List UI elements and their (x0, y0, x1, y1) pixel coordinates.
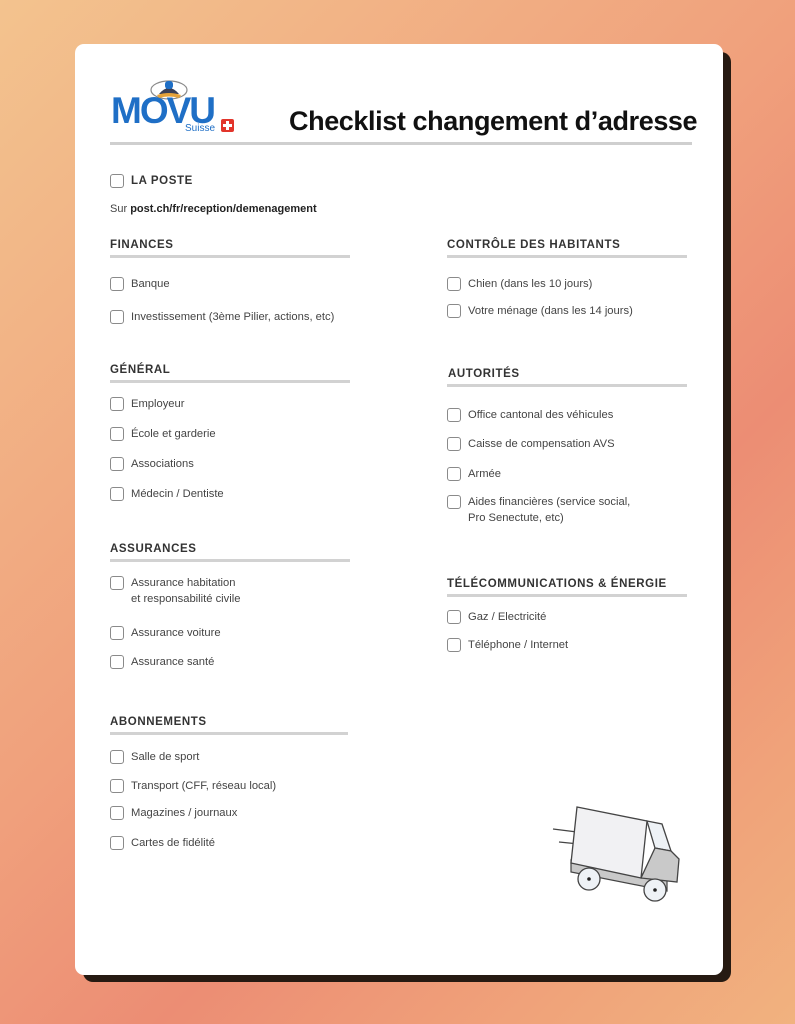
item-label: École et garderie (131, 428, 216, 440)
checkbox[interactable] (447, 437, 461, 451)
checkbox[interactable] (110, 457, 124, 471)
checklist-item[interactable]: Associations (110, 457, 194, 472)
checklist-item[interactable]: Chien (dans les 10 jours) (447, 277, 593, 292)
checkbox[interactable] (110, 750, 124, 764)
checkbox[interactable] (110, 836, 124, 850)
movu-logo: MOVU Suisse (111, 78, 241, 138)
checkbox[interactable] (447, 277, 461, 291)
item-label: Caisse de compensation AVS (468, 438, 615, 450)
item-label: Office cantonal des véhicules (468, 409, 614, 421)
checklist-item[interactable]: Caisse de compensation AVS (447, 437, 615, 452)
checklist-item[interactable]: Gaz / Electricité (447, 610, 547, 625)
note-prefix: Sur (110, 203, 128, 215)
section-title-controle: CONTRÔLE DES HABITANTS (447, 239, 621, 251)
checkbox[interactable] (110, 576, 124, 590)
item-label: Médecin / Dentiste (131, 488, 224, 500)
item-label: Transport (CFF, réseau local) (131, 780, 277, 792)
item-label: Salle de sport (131, 751, 200, 763)
item-label: Investissement (3ème Pilier, actions, et… (131, 311, 335, 323)
item-label: Assurance santé (131, 656, 215, 668)
checklist-item[interactable]: Salle de sport (110, 750, 200, 765)
section-divider (447, 384, 687, 387)
item-label: Banque (131, 278, 170, 290)
checklist-item[interactable]: Aides financières (service social, Pro S… (447, 495, 631, 526)
section-title-telecom: TÉLÉCOMMUNICATIONS & ÉNERGIE (447, 578, 667, 590)
checklist-page: MOVU Suisse Checklist changement d’adres… (75, 44, 723, 975)
checklist-item-la-poste[interactable]: LA POSTE (110, 174, 193, 188)
item-label: Téléphone / Internet (468, 639, 569, 651)
checkbox[interactable] (447, 495, 461, 509)
checkbox[interactable] (110, 397, 124, 411)
item-label: Chien (dans les 10 jours) (468, 278, 593, 290)
checkbox[interactable] (110, 277, 124, 291)
section-title-general: GÉNÉRAL (110, 364, 171, 376)
checklist-item[interactable]: Votre ménage (dans les 14 jours) (447, 304, 633, 319)
item-label: Cartes de fidélité (131, 837, 215, 849)
logo-subtitle: Suisse (185, 123, 216, 134)
item-label: Assurance voiture (131, 627, 221, 639)
checkbox[interactable] (447, 610, 461, 624)
checkbox[interactable] (110, 427, 124, 441)
section-divider (110, 380, 350, 383)
checklist-item[interactable]: Armée (447, 467, 501, 482)
checkbox[interactable] (447, 467, 461, 481)
section-title-finances: FINANCES (110, 239, 174, 251)
checklist-item[interactable]: Banque (110, 277, 170, 292)
checkbox[interactable] (447, 304, 461, 318)
la-poste-note: Sur post.ch/fr/reception/demenagement (110, 203, 317, 215)
moving-truck-icon (552, 806, 680, 902)
section-title-abonnements: ABONNEMENTS (110, 716, 207, 728)
section-title-assurances: ASSURANCES (110, 543, 197, 555)
section-divider (110, 559, 350, 562)
checkbox[interactable] (447, 638, 461, 652)
checklist-item[interactable]: Cartes de fidélité (110, 836, 215, 851)
swiss-flag-icon (221, 119, 234, 132)
checklist-item[interactable]: Investissement (3ème Pilier, actions, et… (110, 310, 335, 325)
section-divider (110, 732, 348, 735)
page-title: Checklist changement d’adresse (289, 106, 698, 136)
checkbox[interactable] (447, 408, 461, 422)
item-label: Associations (131, 458, 194, 470)
la-poste-label: LA POSTE (131, 175, 193, 187)
section-divider (447, 255, 687, 258)
section-divider (110, 255, 350, 258)
checkbox[interactable] (110, 779, 124, 793)
checklist-item[interactable]: Assurance santé (110, 655, 215, 670)
checklist-item[interactable]: Employeur (110, 397, 185, 412)
checklist-item[interactable]: Office cantonal des véhicules (447, 408, 614, 423)
checklist-item[interactable]: École et garderie (110, 427, 216, 442)
item-label: Aides financières (service social, Pro S… (468, 496, 631, 524)
checklist-item[interactable]: Assurance habitation et responsabilité c… (110, 576, 241, 607)
checklist-item[interactable]: Téléphone / Internet (447, 638, 569, 653)
section-title-autorites: AUTORITÉS (448, 368, 520, 380)
checkbox[interactable] (110, 174, 124, 188)
section-divider (447, 594, 687, 597)
checkbox[interactable] (110, 310, 124, 324)
checkbox[interactable] (110, 806, 124, 820)
checklist-item[interactable]: Magazines / journaux (110, 806, 238, 821)
item-label: Magazines / journaux (131, 807, 238, 819)
title-divider (110, 142, 692, 145)
checkbox[interactable] (110, 655, 124, 669)
item-label: Armée (468, 468, 501, 480)
checklist-item[interactable]: Médecin / Dentiste (110, 487, 224, 502)
checklist-item[interactable]: Assurance voiture (110, 626, 221, 641)
item-label: Votre ménage (dans les 14 jours) (468, 305, 633, 317)
item-label: Assurance habitation et responsabilité c… (131, 577, 241, 605)
checkbox[interactable] (110, 487, 124, 501)
la-poste-link[interactable]: post.ch/fr/reception/demenagement (130, 203, 316, 215)
checkbox[interactable] (110, 626, 124, 640)
checklist-item[interactable]: Transport (CFF, réseau local) (110, 779, 277, 794)
item-label: Employeur (131, 398, 185, 410)
item-label: Gaz / Electricité (468, 611, 547, 623)
